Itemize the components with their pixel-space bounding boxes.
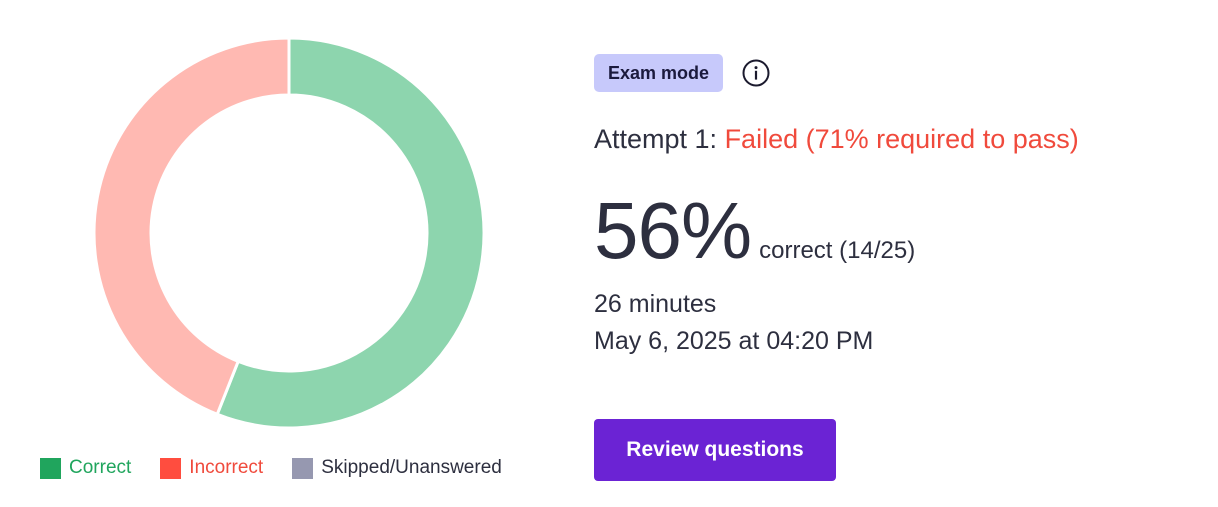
- legend-swatch-incorrect: [160, 457, 182, 479]
- legend-label-incorrect: Incorrect: [189, 457, 264, 478]
- donut-slice-incorrect: [92, 36, 291, 417]
- results-chart: Correct Incorrect Skipped/Unanswered: [40, 0, 540, 507]
- review-questions-button[interactable]: Review questions: [594, 419, 836, 481]
- donut-chart: [92, 36, 486, 430]
- score-row: 56% correct (14/25): [594, 186, 915, 276]
- legend-label-correct: Correct: [69, 457, 132, 478]
- chart-legend: Correct Incorrect Skipped/Unanswered: [40, 457, 531, 479]
- attempt-duration: 26 minutes: [594, 290, 717, 318]
- legend-swatch-correct: [40, 457, 61, 479]
- info-icon[interactable]: [742, 59, 770, 87]
- mode-row: Exam mode: [594, 54, 770, 92]
- legend-item-incorrect: Incorrect: [160, 457, 263, 479]
- legend-swatch-skipped: [292, 457, 314, 479]
- attempt-label: Attempt 1:: [594, 124, 725, 154]
- attempt-result: Attempt 1: Failed (71% required to pass): [594, 124, 1079, 155]
- score-percent: 56%: [594, 186, 752, 275]
- legend-item-skipped: Skipped/Unanswered: [292, 457, 502, 479]
- legend-label-skipped: Skipped/Unanswered: [321, 457, 502, 478]
- exam-mode-badge: Exam mode: [594, 54, 724, 92]
- legend-item-correct: Correct: [40, 457, 131, 479]
- attempt-datetime: May 6, 2025 at 04:20 PM: [594, 327, 874, 355]
- score-detail: correct (14/25): [759, 237, 916, 264]
- attempt-status: Failed (71% required to pass): [724, 124, 1079, 154]
